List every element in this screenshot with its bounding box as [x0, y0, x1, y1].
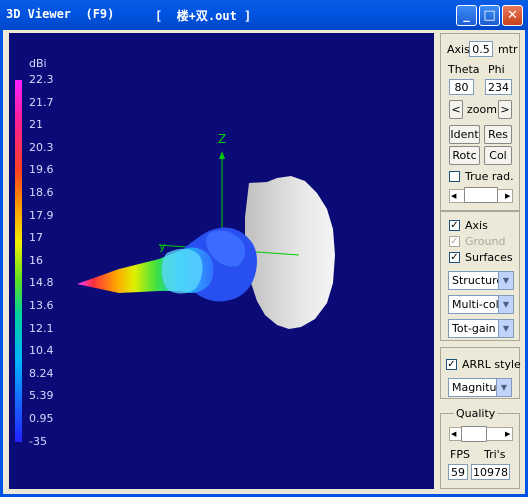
ground-label: Ground	[465, 235, 506, 248]
ground-checkbox: ✓	[449, 236, 460, 247]
color-mode-select[interactable]: Multi-colo ▼	[448, 295, 514, 314]
arrl-style-checkbox[interactable]: ✓	[446, 359, 457, 370]
axis-label: Axis	[447, 43, 470, 56]
rotc-button[interactable]: Rotc	[449, 146, 480, 165]
gain-select[interactable]: Tot-gain ▼	[448, 319, 514, 338]
scale-tick-label: -35	[29, 434, 47, 448]
scale-tick-label: 17.9	[29, 208, 54, 222]
structure-select[interactable]: Structure ▼	[448, 271, 514, 290]
col-button[interactable]: Col	[484, 146, 512, 165]
scale-tick-label: 8.24	[29, 366, 54, 380]
true-rad-slider-thumb[interactable]	[464, 187, 498, 203]
quality-right-arrow: ▶	[505, 430, 511, 438]
z-axis-arrow	[219, 151, 225, 159]
axis-length-input[interactable]: 0.5	[469, 41, 493, 57]
arrl-style-label: ARRL style	[462, 358, 521, 371]
zoom-label: zoom	[467, 103, 497, 116]
surfaces-label: Surfaces	[465, 251, 513, 264]
chevron-down-icon: ▼	[498, 296, 513, 313]
scale-tick-label: 12.1	[29, 321, 54, 335]
main-lobe-collar	[161, 248, 203, 294]
theta-label: Theta	[448, 63, 480, 76]
zoom-out-button[interactable]: <	[449, 100, 463, 119]
close-button[interactable]: ✕	[502, 5, 523, 26]
y-axis-label: y	[159, 240, 166, 253]
magnitude-select-value: Magnitu	[452, 381, 497, 394]
scale-tick-label: 5.39	[29, 389, 54, 403]
scale-tick-label: 21.7	[29, 95, 54, 109]
scale-tick-label: 13.6	[29, 299, 54, 312]
scale-tick-label: 18.6	[29, 186, 54, 199]
minimize-button[interactable]: _	[456, 5, 477, 26]
z-axis-label: Z	[218, 132, 226, 146]
file-name: [ 楼+双.out ]	[155, 9, 252, 23]
view-group	[440, 33, 520, 211]
true-rad-checkbox[interactable]	[449, 171, 460, 182]
scale-tick-label: 22.3	[29, 73, 54, 86]
window-title: 3D Viewer (F9)	[6, 7, 115, 21]
ident-button[interactable]: Ident	[449, 125, 480, 144]
phi-input[interactable]: 234	[485, 79, 512, 95]
scale-tick-label: 16	[29, 253, 43, 267]
axis-checkbox[interactable]: ✓	[449, 220, 460, 231]
true-rad-label: True rad.	[465, 170, 514, 183]
scale-tick-label: 14.8	[29, 276, 54, 290]
chevron-down-icon: ▼	[498, 272, 513, 289]
scale-tick-label: 20.3	[29, 140, 54, 154]
structure-select-value: Structure	[452, 274, 504, 287]
quality-label: Quality	[454, 407, 498, 420]
chevron-down-icon: ▼	[496, 379, 511, 396]
theta-input[interactable]: 80	[449, 79, 474, 95]
slider-right-arrow: ▶	[505, 192, 511, 200]
res-button[interactable]: Res	[484, 125, 512, 144]
slider-left-arrow: ◀	[451, 192, 457, 200]
title-bar[interactable]: 3D Viewer (F9) [ 楼+双.out ] _ □ ✕	[0, 0, 528, 30]
fps-value: 59	[448, 464, 468, 480]
maximize-button[interactable]: □	[479, 5, 500, 26]
axis-unit-label: mtr	[498, 43, 518, 56]
zoom-in-button[interactable]: >	[498, 100, 512, 119]
control-panel: Axis 0.5 mtr Theta Phi 80 234 < zoom > I…	[440, 33, 522, 489]
pattern-render: Z y	[15, 80, 335, 442]
tris-value: 10978	[471, 464, 510, 480]
fps-label: FPS	[450, 448, 470, 461]
tris-label: Tri's	[484, 448, 506, 461]
scale-tick-label: 19.6	[29, 163, 54, 177]
scale-tick-label: 0.95	[29, 412, 54, 425]
scale-tick-label: 21	[29, 118, 43, 132]
magnitude-select[interactable]: Magnitu ▼	[448, 378, 512, 397]
scale-tick-label: 10.4	[29, 344, 54, 358]
3d-viewport[interactable]: Z y dBi 22.3 21.7 21 20.3 19.6 18.6 17.9 17 16 14…	[9, 33, 434, 489]
scale-unit-label: dBi	[29, 57, 47, 70]
phi-label: Phi	[488, 63, 505, 76]
axis-check-label: Axis	[465, 219, 488, 232]
quality-left-arrow: ◀	[451, 430, 457, 438]
gain-select-value: Tot-gain	[452, 322, 496, 335]
scale-tick-label: 17	[29, 231, 43, 245]
quality-slider-thumb[interactable]	[461, 426, 487, 442]
chevron-down-icon: ▼	[498, 320, 513, 337]
color-scale-bar	[15, 80, 22, 442]
surfaces-checkbox[interactable]: ✓	[449, 252, 460, 263]
